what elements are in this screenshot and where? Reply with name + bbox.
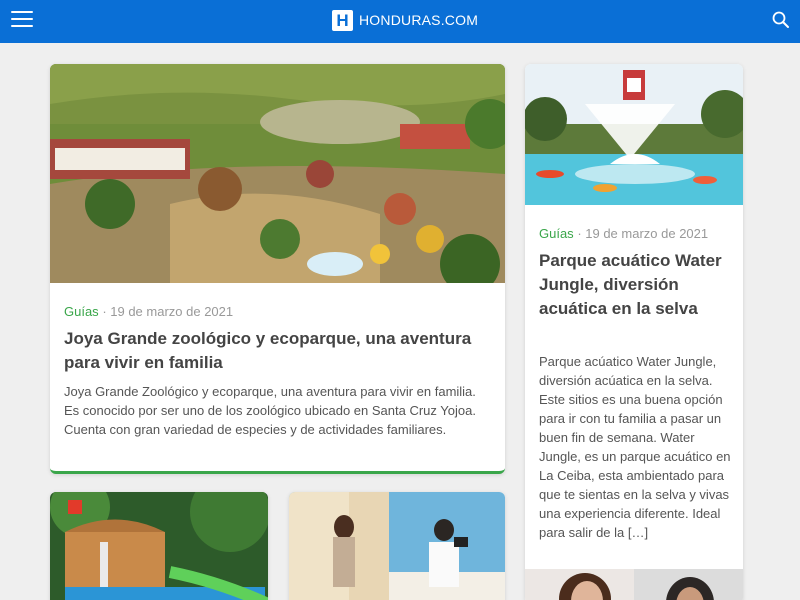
article-card-photographers[interactable]: [289, 492, 505, 600]
featured-article-card[interactable]: Guías · 19 de marzo de 2021 Joya Grande …: [50, 64, 505, 474]
article-image-pool[interactable]: [50, 492, 268, 600]
article-meta: Guías · 19 de marzo de 2021: [64, 304, 233, 319]
hamburger-menu-icon[interactable]: [11, 11, 33, 29]
publish-date: · 19 de marzo de 2021: [577, 226, 709, 241]
article-title[interactable]: Parque acuático Water Jungle, diversión …: [539, 249, 734, 321]
article-meta: Guías · 19 de marzo de 2021: [539, 226, 708, 241]
logo-mark: H: [332, 9, 353, 31]
search-icon[interactable]: [772, 11, 790, 29]
publish-date: · 19 de marzo de 2021: [102, 304, 234, 319]
article-image-photographers[interactable]: [289, 492, 505, 600]
article-card-pool[interactable]: [50, 492, 268, 600]
article-excerpt: Joya Grande Zoológico y ecoparque, una a…: [64, 384, 476, 437]
article-card-water-jungle[interactable]: Guías · 19 de marzo de 2021 Parque acuát…: [525, 64, 743, 600]
top-navigation-bar: H HONDURAS.COM: [0, 0, 800, 43]
article-image-joya-grande[interactable]: [50, 64, 505, 283]
article-title[interactable]: Joya Grande zoológico y ecoparque, una a…: [64, 327, 494, 375]
article-image-portraits[interactable]: [525, 569, 743, 600]
article-image-water-jungle[interactable]: [525, 64, 743, 205]
category-link[interactable]: Guías: [64, 304, 99, 319]
site-logo[interactable]: H HONDURAS.COM: [332, 9, 478, 31]
category-link[interactable]: Guías: [539, 226, 574, 241]
site-name: HONDURAS.COM: [359, 12, 479, 28]
article-excerpt: Parque acúatico Water Jungle, diversión …: [539, 354, 731, 540]
